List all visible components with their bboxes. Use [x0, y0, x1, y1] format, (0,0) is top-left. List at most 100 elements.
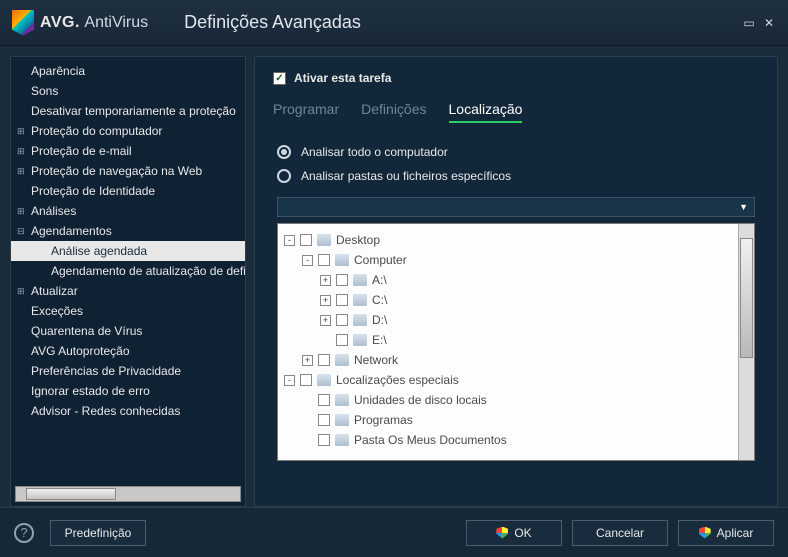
folder-tree: -Desktop-Computer + A:\ + C:\ +D:\ E:\ + Network…	[277, 223, 755, 461]
tree-node[interactable]: -Computer	[282, 250, 734, 270]
node-label: C:\	[372, 293, 387, 307]
sidebar-item[interactable]: Proteção de e-mail	[11, 141, 245, 161]
scrollbar-thumb[interactable]	[26, 488, 116, 500]
node-label: Network	[354, 353, 398, 367]
radio-option[interactable]: Analisar pastas ou ficheiros específicos	[277, 169, 759, 183]
tree-node[interactable]: + Network	[282, 350, 734, 370]
close-icon[interactable]: ✕	[762, 16, 776, 30]
node-checkbox[interactable]	[318, 414, 330, 426]
collapse-icon[interactable]: -	[284, 375, 295, 386]
checkbox-icon[interactable]: ✓	[273, 72, 286, 85]
tree-vertical-scrollbar[interactable]	[738, 224, 754, 460]
node-checkbox[interactable]	[318, 354, 330, 366]
scrollbar-thumb[interactable]	[740, 238, 753, 358]
toggle-spacer	[302, 435, 313, 446]
sidebar-item[interactable]: Exceções	[11, 301, 245, 321]
node-checkbox[interactable]	[336, 334, 348, 346]
radio-icon[interactable]	[277, 169, 291, 183]
tree-node[interactable]: - Localizações especiais	[282, 370, 734, 390]
node-checkbox[interactable]	[336, 314, 348, 326]
logo-product: AntiVirus	[84, 14, 148, 31]
shield-icon	[699, 527, 711, 539]
sidebar-item[interactable]: Ignorar estado de erro	[11, 381, 245, 401]
collapse-icon[interactable]: -	[284, 235, 295, 246]
logo-brand: AVG.	[40, 14, 80, 31]
sidebar-item[interactable]: Proteção de Identidade	[11, 181, 245, 201]
expand-icon[interactable]: +	[320, 275, 331, 286]
enable-task-checkbox[interactable]: ✓ Ativar esta tarefa	[273, 71, 759, 85]
sidebar-item[interactable]: Agendamento de atualização de definições	[11, 261, 245, 281]
sidebar-item[interactable]: Agendamentos	[11, 221, 245, 241]
tree-node[interactable]: + C:\	[282, 290, 734, 310]
apply-button[interactable]: Aplicar	[678, 520, 774, 546]
collapse-icon[interactable]: -	[302, 255, 313, 266]
window-controls: ▭ ✕	[742, 16, 776, 30]
node-checkbox[interactable]	[318, 434, 330, 446]
folder-icon	[353, 294, 367, 306]
location-dropdown[interactable]: ▼	[277, 197, 755, 217]
radio-option[interactable]: Analisar todo o computador	[277, 145, 759, 159]
sidebar-item[interactable]: Aparência	[11, 61, 245, 81]
node-checkbox[interactable]	[300, 374, 312, 386]
node-checkbox[interactable]	[336, 294, 348, 306]
footer-bar: ? Predefinição OK Cancelar Aplicar	[0, 507, 788, 557]
tab[interactable]: Localização	[449, 101, 523, 123]
sidebar-item[interactable]: AVG Autoproteção	[11, 341, 245, 361]
tab-bar: Programar Definições Localização	[273, 101, 759, 123]
radio-icon[interactable]	[277, 145, 291, 159]
chevron-down-icon: ▼	[739, 202, 748, 212]
toggle-spacer	[302, 395, 313, 406]
node-label: Unidades de disco locais	[354, 393, 487, 407]
folder-icon	[353, 274, 367, 286]
scan-scope-radio-group: Analisar todo o computador Analisar pasta…	[277, 145, 759, 183]
expand-icon[interactable]: +	[320, 315, 331, 326]
tree-node[interactable]: Programas	[282, 410, 734, 430]
node-checkbox[interactable]	[336, 274, 348, 286]
node-label: A:\	[372, 273, 387, 287]
question-icon: ?	[20, 525, 27, 540]
tree-node[interactable]: -Desktop	[282, 230, 734, 250]
tree-node[interactable]: Pasta Os Meus Documentos	[282, 430, 734, 450]
sidebar-item[interactable]: Sons	[11, 81, 245, 101]
apply-label: Aplicar	[717, 526, 754, 540]
tree-node[interactable]: E:\	[282, 330, 734, 350]
node-checkbox[interactable]	[318, 254, 330, 266]
folder-tree-body[interactable]: -Desktop-Computer + A:\ + C:\ +D:\ E:\ + Network…	[278, 224, 738, 460]
sidebar-horizontal-scrollbar[interactable]	[15, 486, 241, 502]
shield-icon	[496, 527, 508, 539]
tree-node[interactable]: + A:\	[282, 270, 734, 290]
sidebar-item[interactable]: Proteção do computador	[11, 121, 245, 141]
page-title: Definições Avançadas	[184, 12, 361, 33]
node-label: Localizações especiais	[336, 373, 459, 387]
folder-icon	[335, 354, 349, 366]
sidebar-item[interactable]: Análises	[11, 201, 245, 221]
node-label: E:\	[372, 333, 387, 347]
sidebar-item[interactable]: Proteção de navegação na Web	[11, 161, 245, 181]
expand-icon[interactable]: +	[302, 355, 313, 366]
folder-icon	[353, 314, 367, 326]
ok-label: OK	[514, 526, 531, 540]
node-checkbox[interactable]	[318, 394, 330, 406]
cancel-button[interactable]: Cancelar	[572, 520, 668, 546]
app-logo: AVG. AntiVirus	[12, 10, 148, 36]
sidebar-item[interactable]: Desativar temporariamente a proteção	[11, 101, 245, 121]
folder-icon	[353, 334, 367, 346]
expand-icon[interactable]: +	[320, 295, 331, 306]
ok-button[interactable]: OK	[466, 520, 562, 546]
node-checkbox[interactable]	[300, 234, 312, 246]
sidebar-item[interactable]: Atualizar	[11, 281, 245, 301]
tree-node[interactable]: Unidades de disco locais	[282, 390, 734, 410]
preset-button[interactable]: Predefinição	[50, 520, 146, 546]
tab[interactable]: Programar	[273, 101, 339, 123]
help-button[interactable]: ?	[14, 523, 34, 543]
sidebar-item[interactable]: Quarentena de Vírus	[11, 321, 245, 341]
sidebar-item[interactable]: Análise agendada	[11, 241, 245, 261]
sidebar-item[interactable]: Preferências de Privacidade	[11, 361, 245, 381]
sidebar-item[interactable]: Advisor - Redes conhecidas	[11, 401, 245, 421]
tree-node[interactable]: +D:\	[282, 310, 734, 330]
minimize-icon[interactable]: ▭	[742, 16, 756, 30]
radio-label: Analisar todo o computador	[301, 145, 448, 159]
tab[interactable]: Definições	[361, 101, 426, 123]
sidebar-tree[interactable]: AparênciaSonsDesativar temporariamente a…	[11, 57, 245, 482]
folder-icon	[335, 414, 349, 426]
